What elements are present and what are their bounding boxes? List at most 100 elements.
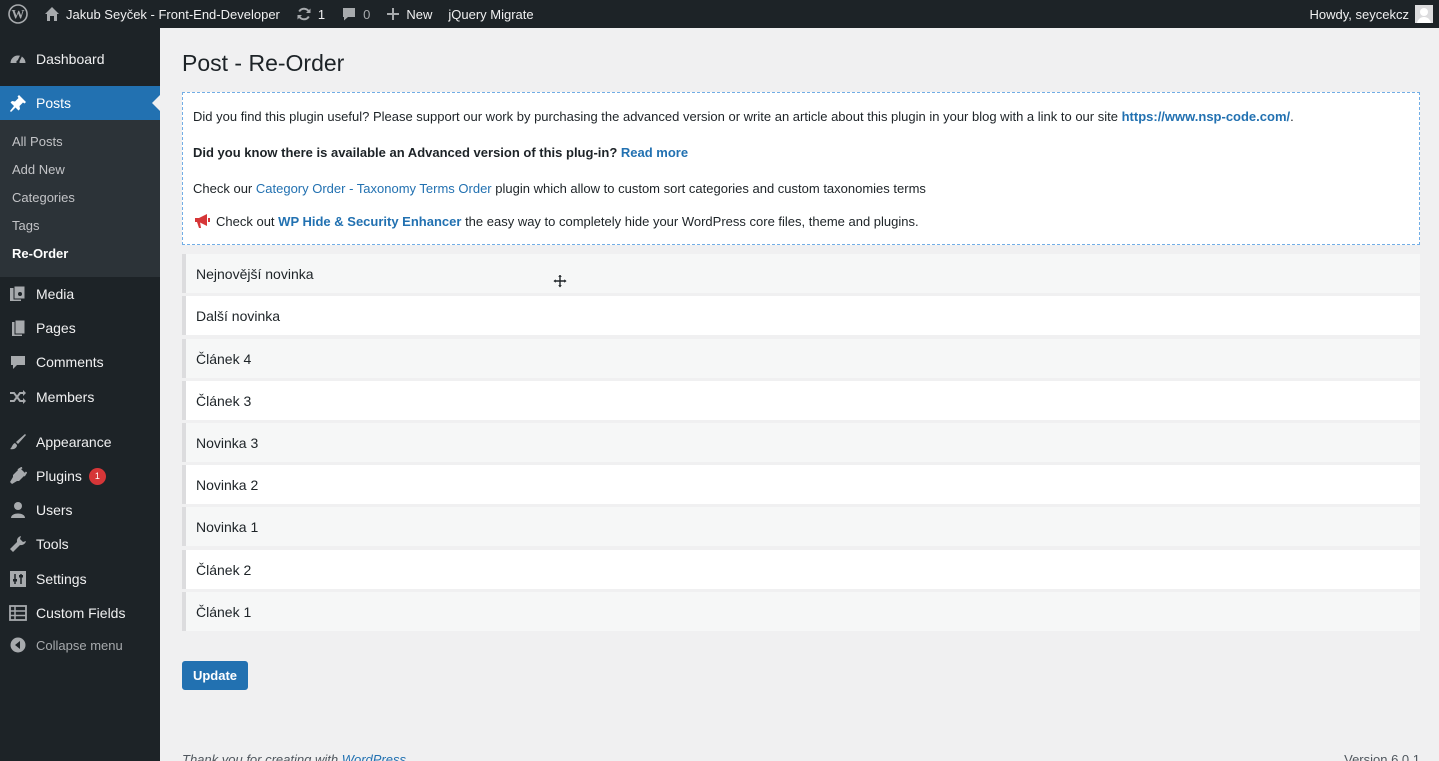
table-icon	[0, 604, 36, 622]
site-name-link[interactable]: Jakub Seyček - Front-End-Developer	[36, 0, 288, 28]
notice-line-wp-hide: Check out WP Hide & Security Enhancer th…	[193, 213, 919, 232]
collapse-menu-label: Collapse menu	[36, 637, 123, 653]
user-icon	[0, 501, 36, 519]
menu-plugins[interactable]: Plugins 1	[0, 459, 160, 493]
move-cursor-icon	[552, 273, 568, 289]
menu-custom-fields[interactable]: Custom Fields	[0, 596, 160, 630]
plugin-icon	[0, 467, 36, 485]
pushpin-icon	[0, 94, 36, 112]
submenu-add-new[interactable]: Add New	[12, 162, 65, 177]
notice-wphide-post: the easy way to completely hide your Wor…	[465, 214, 919, 229]
page-title: Post - Re-Order	[182, 50, 345, 76]
posts-submenu: All Posts Add New Categories Tags Re-Ord…	[0, 120, 160, 277]
sortable-post-item[interactable]: Článek 3	[182, 381, 1420, 420]
menu-dashboard-label: Dashboard	[36, 51, 105, 67]
jquery-migrate-label: jQuery Migrate	[448, 6, 534, 22]
svg-text:W: W	[12, 7, 25, 22]
menu-dashboard[interactable]: Dashboard	[0, 42, 160, 76]
sortable-post-item[interactable]: Novinka 2	[182, 465, 1420, 504]
menu-comments-label: Comments	[36, 354, 104, 370]
howdy-text: Howdy, seycekcz	[1309, 6, 1409, 22]
nsp-code-link[interactable]: https://www.nsp-code.com/	[1122, 109, 1291, 124]
new-label: New	[406, 6, 433, 22]
menu-media[interactable]: Media	[0, 277, 160, 311]
admin-sidebar: Dashboard Posts All Posts Add New Catego…	[0, 28, 160, 761]
menu-members-label: Members	[36, 389, 95, 405]
update-button[interactable]: Update	[182, 661, 248, 690]
updates-count: 1	[317, 6, 326, 22]
comment-bubble-icon	[341, 6, 357, 22]
admin-bar: W Jakub Seyček - Front-End-Developer 1 0…	[0, 0, 1439, 28]
menu-posts-label: Posts	[36, 95, 72, 111]
submenu-re-order[interactable]: Re-Order	[12, 246, 68, 261]
avatar	[1415, 5, 1433, 23]
pages-icon	[0, 319, 36, 337]
home-icon	[44, 6, 60, 22]
submenu-all-posts[interactable]: All Posts	[12, 134, 63, 149]
paintbrush-icon	[0, 433, 36, 451]
updates-link[interactable]: 1	[288, 0, 333, 28]
comments-icon	[0, 353, 36, 371]
menu-posts[interactable]: Posts	[0, 86, 160, 120]
menu-pages[interactable]: Pages	[0, 311, 160, 345]
dashboard-gauge-icon	[0, 50, 36, 68]
notice-line-category-order: Check our Category Order - Taxonomy Term…	[193, 181, 926, 196]
menu-plugins-label: Plugins	[36, 468, 82, 484]
new-content-link[interactable]: New	[378, 0, 440, 28]
wordpress-logo-icon[interactable]: W	[0, 0, 36, 28]
collapse-arrow-icon	[0, 637, 36, 653]
notice-advanced-text: Did you know there is available an Advan…	[193, 145, 618, 160]
sortable-post-item[interactable]: Další novinka	[182, 296, 1420, 335]
menu-comments[interactable]: Comments	[0, 345, 160, 379]
my-account-link[interactable]: Howdy, seycekcz	[1302, 0, 1439, 28]
menu-tools-label: Tools	[36, 536, 69, 552]
menu-users[interactable]: Users	[0, 493, 160, 527]
menu-appearance-label: Appearance	[36, 434, 112, 450]
menu-settings-label: Settings	[36, 571, 87, 587]
megaphone-icon	[193, 213, 211, 232]
notice-support-end: .	[1290, 109, 1294, 124]
notice-support-text: Did you find this plugin useful? Please …	[193, 109, 1118, 124]
comments-count: 0	[363, 6, 371, 22]
site-name: Jakub Seyček - Front-End-Developer	[66, 6, 280, 22]
footer-version: Version 6.0.1	[1344, 752, 1420, 761]
menu-pages-label: Pages	[36, 320, 76, 336]
comments-link[interactable]: 0	[333, 0, 378, 28]
sortable-post-item[interactable]: Novinka 1	[182, 507, 1420, 546]
submenu-tags[interactable]: Tags	[12, 218, 39, 233]
menu-members[interactable]: Members	[0, 380, 160, 414]
wp-hide-link[interactable]: WP Hide & Security Enhancer	[278, 214, 461, 229]
sortable-post-item[interactable]: Článek 4	[182, 339, 1420, 378]
submenu-categories[interactable]: Categories	[12, 190, 75, 205]
shuffle-icon	[0, 388, 36, 406]
category-order-link[interactable]: Category Order - Taxonomy Terms Order	[256, 181, 492, 196]
settings-sliders-icon	[0, 570, 36, 588]
menu-users-label: Users	[36, 502, 73, 518]
plus-icon	[386, 7, 400, 21]
jquery-migrate-link[interactable]: jQuery Migrate	[440, 0, 541, 28]
wordpress-link[interactable]: WordPress	[342, 752, 406, 761]
sortable-post-item[interactable]: Novinka 3	[182, 423, 1420, 462]
updates-icon	[296, 6, 312, 22]
collapse-menu-button[interactable]: Collapse menu	[0, 628, 160, 662]
menu-tools[interactable]: Tools	[0, 527, 160, 561]
sortable-post-item[interactable]: Článek 2	[182, 550, 1420, 589]
notice-category-pre: Check our	[193, 181, 253, 196]
wrench-icon	[0, 535, 36, 553]
notice-category-post: plugin which allow to custom sort catego…	[495, 181, 926, 196]
notice-line-support: Did you find this plugin useful? Please …	[193, 109, 1294, 124]
menu-settings[interactable]: Settings	[0, 562, 160, 596]
sortable-post-item[interactable]: Článek 1	[182, 592, 1420, 631]
plugin-notice: Did you find this plugin useful? Please …	[182, 92, 1420, 245]
sortable-post-item[interactable]: Nejnovější novinka	[182, 254, 1420, 293]
read-more-link[interactable]: Read more	[621, 145, 688, 160]
menu-appearance[interactable]: Appearance	[0, 425, 160, 459]
notice-wphide-pre: Check out	[216, 214, 275, 229]
footer-thankyou-text: Thank you for creating with	[182, 752, 339, 761]
footer-thankyou: Thank you for creating with WordPress	[182, 752, 406, 761]
notice-line-advanced: Did you know there is available an Advan…	[193, 145, 688, 160]
plugins-update-badge: 1	[88, 467, 106, 485]
media-icon	[0, 285, 36, 303]
menu-media-label: Media	[36, 286, 75, 302]
menu-custom-fields-label: Custom Fields	[36, 605, 126, 621]
